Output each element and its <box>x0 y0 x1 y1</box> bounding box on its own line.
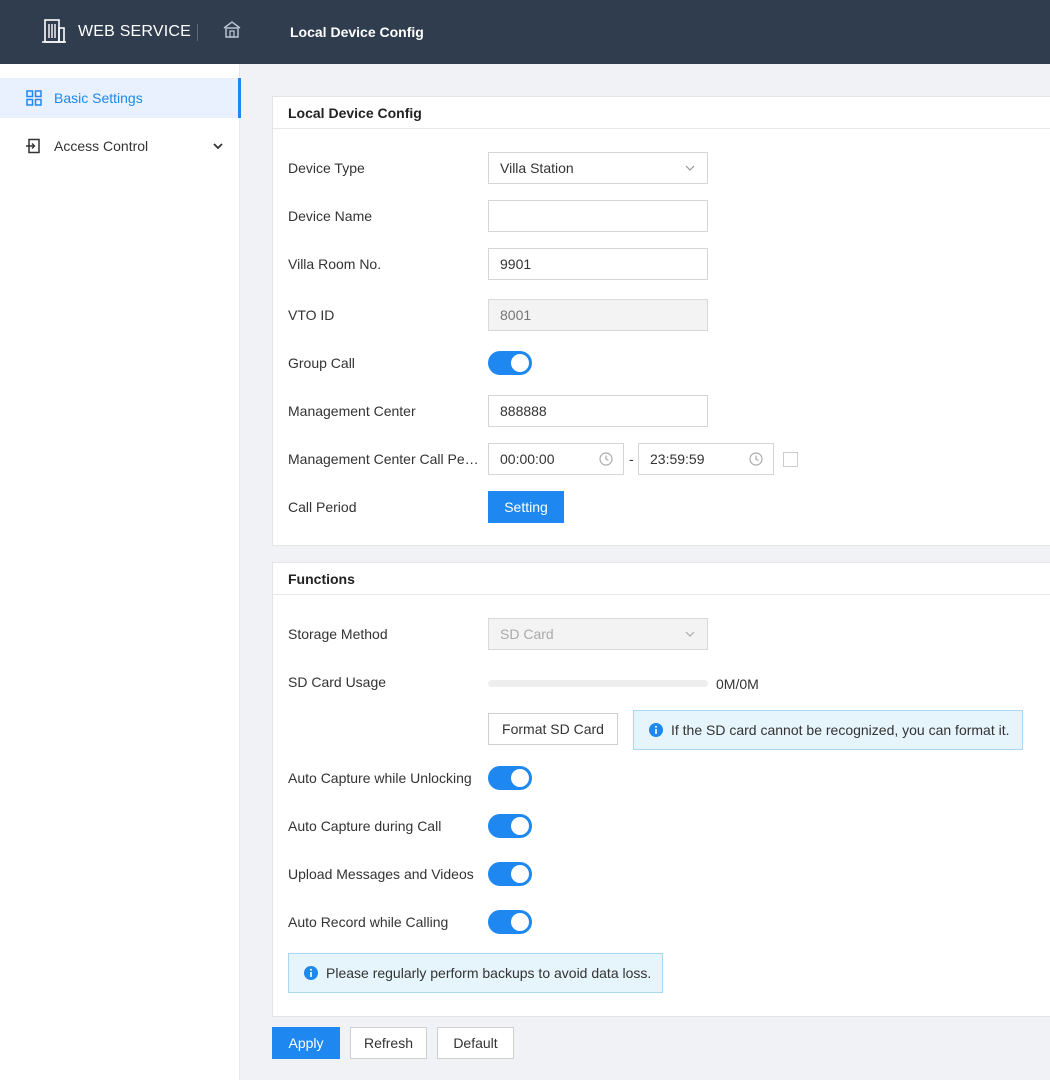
toggle-knob <box>511 913 529 931</box>
format-tip-text: If the SD card cannot be recognized, you… <box>671 722 1010 738</box>
sidebar: Basic Settings Access Control <box>0 64 241 1080</box>
time-separator: - <box>629 451 634 467</box>
auto-capture-unlock-toggle[interactable] <box>488 766 532 790</box>
section-title: Local Device Config <box>273 97 1050 129</box>
upload-messages-toggle[interactable] <box>488 862 532 886</box>
auto-record-toggle[interactable] <box>488 910 532 934</box>
device-type-value: Villa Station <box>500 160 574 176</box>
sidebar-item-access-control[interactable]: Access Control <box>0 126 241 166</box>
toggle-knob <box>511 865 529 883</box>
toggle-knob <box>511 354 529 372</box>
top-header: WEB SERVICE Local Device Config <box>0 0 1050 64</box>
toggle-knob <box>511 769 529 787</box>
sd-usage-text: 0M/0M <box>716 676 759 692</box>
storage-method-label: Storage Method <box>288 626 388 642</box>
apply-button[interactable]: Apply <box>272 1027 340 1059</box>
group-call-toggle[interactable] <box>488 351 532 375</box>
sd-usage-label: SD Card Usage <box>288 674 387 690</box>
functions-card: Functions Storage Method SD Card SD Card… <box>272 562 1050 1017</box>
toggle-label: Auto Capture while Unlocking <box>288 770 472 786</box>
toggle-label: Auto Capture during Call <box>288 818 442 834</box>
vto-id-label: VTO ID <box>288 307 335 323</box>
mgmt-center-input[interactable] <box>488 395 708 427</box>
room-no-label: Villa Room No. <box>288 256 382 272</box>
backup-info-tip: Please regularly perform backups to avoi… <box>288 953 663 993</box>
breadcrumb: Local Device Config <box>290 24 424 40</box>
sidebar-item-label: Access Control <box>54 138 149 154</box>
mgmt-center-label: Management Center <box>288 403 416 419</box>
start-time-value: 00:00:00 <box>500 451 555 467</box>
backup-tip-text: Please regularly perform backups to avoi… <box>326 965 652 981</box>
toggle-knob <box>511 817 529 835</box>
call-period-setting-label: Call Period <box>288 499 357 515</box>
format-sd-card-button[interactable]: Format SD Card <box>488 713 618 745</box>
auto-capture-call-toggle[interactable] <box>488 814 532 838</box>
clock-icon <box>599 452 613 466</box>
device-type-select[interactable]: Villa Station <box>488 152 708 184</box>
brand-title: WEB SERVICE <box>78 23 192 40</box>
vto-id-input <box>488 299 708 331</box>
room-no-input[interactable] <box>488 248 708 280</box>
home-icon[interactable] <box>222 20 242 40</box>
call-period-label: Management Center Call Peri... <box>288 451 480 467</box>
sidebar-item-label: Basic Settings <box>54 90 143 106</box>
default-button[interactable]: Default <box>437 1027 514 1059</box>
end-time-value: 23:59:59 <box>650 451 705 467</box>
sd-usage-bar <box>488 680 708 687</box>
storage-method-select: SD Card <box>488 618 708 650</box>
building-icon <box>42 19 66 43</box>
info-icon <box>304 966 318 980</box>
toggle-label: Auto Record while Calling <box>288 914 449 930</box>
device-name-label: Device Name <box>288 208 373 224</box>
local-config-card: Local Device Config Device Type Villa St… <box>272 96 1050 546</box>
header-divider <box>197 24 198 41</box>
door-icon <box>26 138 40 154</box>
refresh-button[interactable]: Refresh <box>350 1027 427 1059</box>
sidebar-item-basic-settings[interactable]: Basic Settings <box>0 78 241 118</box>
clock-icon <box>749 452 763 466</box>
section-title: Functions <box>273 563 1050 595</box>
toggle-label: Upload Messages and Videos <box>288 866 474 882</box>
device-name-input[interactable] <box>488 200 708 232</box>
format-info-tip: If the SD card cannot be recognized, you… <box>633 710 1023 750</box>
group-call-label: Group Call <box>288 355 355 371</box>
chevron-down-icon <box>685 631 695 637</box>
device-type-label: Device Type <box>288 160 365 176</box>
grid-icon <box>26 90 42 106</box>
chevron-down-icon <box>685 165 695 171</box>
call-period-checkbox[interactable] <box>783 452 798 467</box>
chevron-down-icon <box>213 143 223 150</box>
end-time-input[interactable]: 23:59:59 <box>638 443 774 475</box>
start-time-input[interactable]: 00:00:00 <box>488 443 624 475</box>
setting-button[interactable]: Setting <box>488 491 564 523</box>
info-icon <box>649 723 663 737</box>
storage-method-value: SD Card <box>500 626 554 642</box>
